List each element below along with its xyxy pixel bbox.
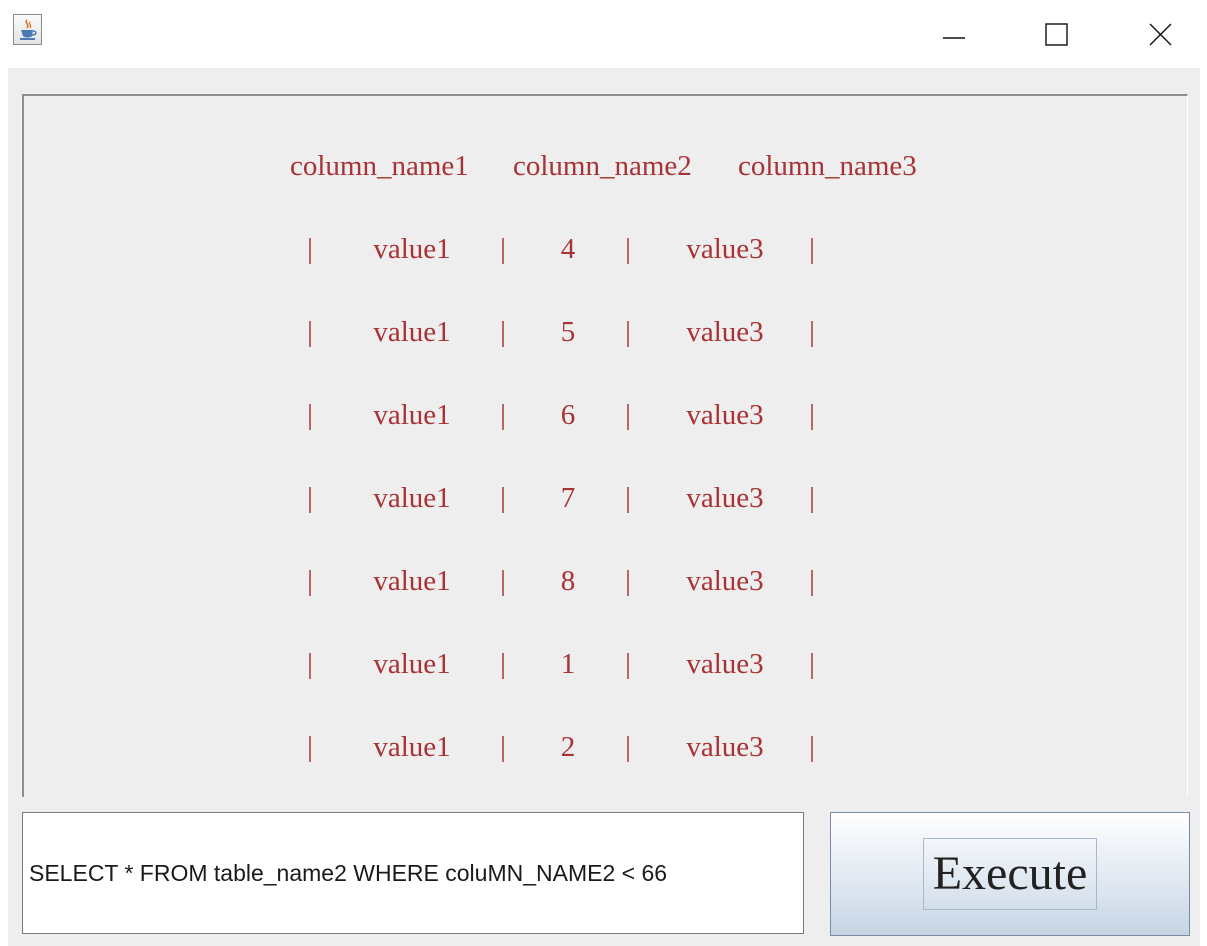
row-separator: | <box>809 316 815 348</box>
content-pane: column_name1 column_name2 column_name3 |… <box>8 68 1200 946</box>
column-header-2: column_name2 <box>513 150 692 182</box>
title-bar[interactable] <box>0 0 1207 68</box>
column-header-1: column_name1 <box>290 150 469 182</box>
cell-column-name3: value3 <box>686 482 764 514</box>
row-separator: | <box>625 731 631 763</box>
minimize-button[interactable] <box>927 10 983 58</box>
cell-column-name2: 1 <box>560 648 576 680</box>
row-separator: | <box>500 648 506 680</box>
row-separator: | <box>307 233 313 265</box>
minimize-icon <box>943 37 965 39</box>
cell-column-name2: 5 <box>560 316 576 348</box>
cell-column-name2: 4 <box>560 233 576 265</box>
row-separator: | <box>625 316 631 348</box>
cell-column-name3: value3 <box>686 233 764 265</box>
app-window: column_name1 column_name2 column_name3 |… <box>0 0 1207 946</box>
row-separator: | <box>625 482 631 514</box>
cell-column-name1: value1 <box>373 731 451 763</box>
row-separator: | <box>307 648 313 680</box>
cell-column-name2: 2 <box>560 731 576 763</box>
row-separator: | <box>809 565 815 597</box>
row-separator: | <box>809 482 815 514</box>
cell-column-name1: value1 <box>373 316 451 348</box>
row-separator: | <box>307 316 313 348</box>
cell-column-name1: value1 <box>373 482 451 514</box>
row-separator: | <box>500 233 506 265</box>
cell-column-name2: 7 <box>560 482 576 514</box>
results-panel: column_name1 column_name2 column_name3 |… <box>22 94 1188 797</box>
cell-column-name1: value1 <box>373 565 451 597</box>
row-separator: | <box>625 565 631 597</box>
row-separator: | <box>307 399 313 431</box>
row-separator: | <box>809 648 815 680</box>
close-icon <box>1149 23 1172 46</box>
cell-column-name1: value1 <box>373 233 451 265</box>
cell-column-name3: value3 <box>686 565 764 597</box>
execute-button[interactable]: Execute <box>830 812 1190 936</box>
cell-column-name3: value3 <box>686 648 764 680</box>
row-separator: | <box>809 233 815 265</box>
maximize-button[interactable] <box>1030 10 1086 58</box>
row-separator: | <box>625 399 631 431</box>
column-header-3: column_name3 <box>738 150 917 182</box>
cell-column-name3: value3 <box>686 316 764 348</box>
cell-column-name1: value1 <box>373 648 451 680</box>
row-separator: | <box>500 731 506 763</box>
row-separator: | <box>307 482 313 514</box>
row-separator: | <box>500 565 506 597</box>
close-button[interactable] <box>1134 10 1190 58</box>
row-separator: | <box>809 399 815 431</box>
row-separator: | <box>307 565 313 597</box>
cell-column-name3: value3 <box>686 399 764 431</box>
cell-column-name1: value1 <box>373 399 451 431</box>
row-separator: | <box>307 731 313 763</box>
maximize-icon <box>1045 23 1068 46</box>
cell-column-name3: value3 <box>686 731 764 763</box>
row-separator: | <box>809 731 815 763</box>
row-separator: | <box>625 233 631 265</box>
row-separator: | <box>500 316 506 348</box>
row-separator: | <box>500 482 506 514</box>
query-input[interactable] <box>22 812 804 934</box>
cell-column-name2: 6 <box>560 399 576 431</box>
row-separator: | <box>625 648 631 680</box>
execute-button-label: Execute <box>923 838 1097 910</box>
java-coffee-icon[interactable] <box>13 14 42 45</box>
cell-column-name2: 8 <box>560 565 576 597</box>
row-separator: | <box>500 399 506 431</box>
